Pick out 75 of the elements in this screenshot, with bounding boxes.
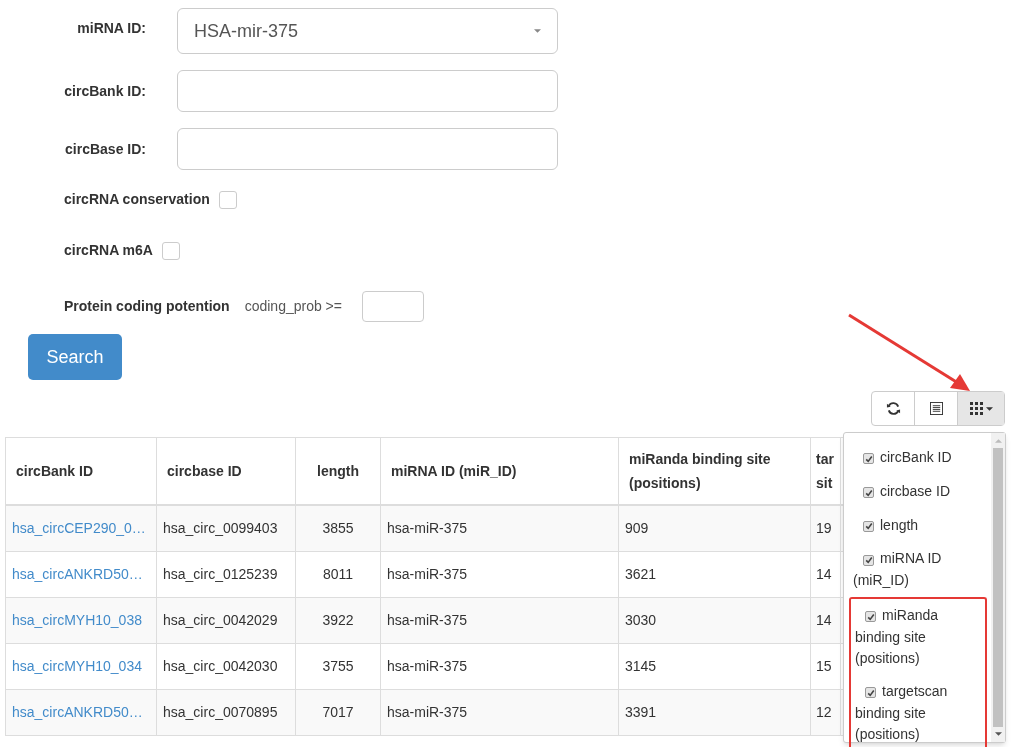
table-cell-text: 12: [816, 703, 833, 722]
checkmark-icon: [864, 556, 873, 565]
table-cell-text: 19: [816, 519, 833, 538]
circbank-link[interactable]: hsa_circANKRD50…: [12, 564, 143, 585]
checkbox[interactable]: [218, 190, 237, 209]
table-cell-text: hsa_circ_0125239: [163, 565, 279, 584]
column-header: length: [316, 462, 360, 481]
column-header: miRNA ID (miR_ID): [391, 462, 518, 481]
checkmark-icon: [866, 613, 875, 621]
table-cell-text: 3755: [321, 657, 355, 676]
column-header: tar sit: [816, 450, 835, 493]
checkmark-icon: [866, 688, 875, 697]
checkbox[interactable]: [863, 487, 874, 499]
input-field[interactable]: [177, 128, 558, 170]
column-toggle[interactable]: miRNA ID (miR_ID): [853, 548, 987, 592]
grid-icon: [969, 402, 983, 415]
scrollbar[interactable]: [991, 433, 1005, 742]
input-field[interactable]: [177, 70, 558, 112]
input-field[interactable]: [361, 291, 424, 322]
table-cell-text: 7017: [321, 703, 355, 722]
table-cell-text: 3855: [321, 519, 355, 538]
checkbox-label: circRNA conservation: [64, 190, 210, 209]
table-cell-text: 8011: [321, 565, 355, 584]
table-cell-text: 14: [816, 565, 833, 584]
column-header: circBank ID: [16, 462, 95, 481]
table-cell-text: hsa-miR-375: [387, 519, 469, 538]
scroll-down-icon: [994, 732, 1002, 736]
table-cell-text: hsa-miR-375: [387, 703, 469, 722]
checkbox[interactable]: [863, 554, 874, 566]
checkbox[interactable]: [863, 520, 874, 532]
columns-button[interactable]: [958, 392, 1004, 425]
table-cell-text: 15: [816, 657, 833, 676]
field-label: circBank ID:: [63, 81, 147, 101]
column-toggle[interactable]: circBank ID: [853, 447, 987, 469]
mirna-select[interactable]: HSA-mir-375: [177, 8, 558, 54]
circbank-link[interactable]: hsa_circMYH10_038: [12, 610, 142, 631]
checkbox[interactable]: [161, 241, 180, 260]
field-label: Protein coding potention: [64, 297, 230, 316]
circbank-link[interactable]: hsa_circMYH10_034: [12, 656, 142, 677]
scroll-up-icon: [994, 439, 1002, 443]
table-cell-text: 3621: [625, 565, 658, 584]
refresh-icon: [885, 401, 901, 416]
column-toggle[interactable]: length: [853, 514, 987, 537]
checkbox-label: circRNA m6A: [64, 241, 153, 260]
column-toggle[interactable]: circbase ID: [853, 480, 987, 503]
checkmark-icon: [864, 522, 873, 531]
table-cell-text: hsa-miR-375: [387, 565, 469, 584]
table-cell-text: hsa-miR-375: [387, 611, 469, 630]
table-cell-text: hsa_circ_0042029: [163, 611, 279, 630]
table-cell-text: 3030: [625, 611, 658, 630]
caret-icon: [534, 29, 541, 33]
table-cell-text: 909: [625, 519, 650, 538]
checkbox[interactable]: [865, 611, 876, 623]
field-label: circBase ID:: [64, 139, 147, 159]
table-cell-text: 14: [816, 611, 833, 630]
table-cell-text: 3922: [321, 611, 355, 630]
column-header: miRanda binding site (positions): [629, 450, 772, 493]
checkmark-icon: [864, 488, 873, 497]
checkbox[interactable]: [863, 453, 874, 465]
table-cell-text: 3145: [625, 657, 658, 676]
field-hint: coding_prob >=: [244, 297, 342, 316]
table-cell-text: hsa-miR-375: [387, 657, 469, 676]
table-cell-text: 3391: [625, 703, 658, 722]
table-cell-text: hsa_circ_0042030: [163, 657, 279, 676]
search-button[interactable]: Search: [28, 334, 122, 380]
caret-icon: [985, 406, 993, 411]
table-cell-text: hsa_circ_0099403: [163, 519, 279, 538]
column-header: circbase ID: [167, 462, 243, 481]
checkmark-icon: [864, 454, 873, 463]
field-label: miRNA ID:: [76, 19, 147, 38]
table-cell-text: hsa_circ_0070895: [163, 703, 279, 722]
circbank-link[interactable]: hsa_circCEP290_0…: [12, 518, 146, 539]
list-icon: [929, 402, 943, 415]
circbank-link[interactable]: hsa_circANKRD50…: [12, 702, 143, 723]
checkbox[interactable]: [865, 687, 876, 699]
